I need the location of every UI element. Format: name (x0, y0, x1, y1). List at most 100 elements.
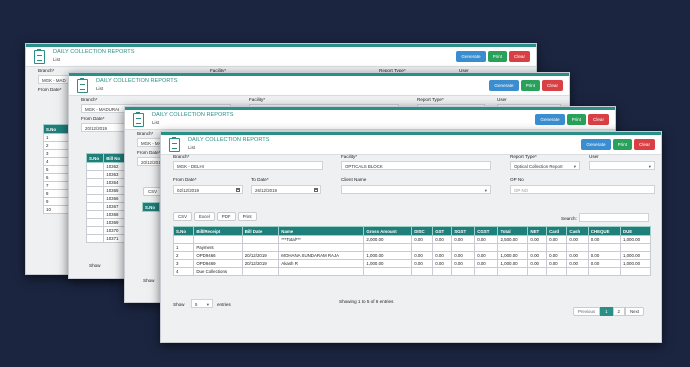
clear-button[interactable]: Clear (509, 51, 530, 62)
column-header[interactable]: Bill/Receipt (193, 226, 243, 236)
clear-button[interactable]: Clear (588, 114, 609, 125)
search-input[interactable] (579, 213, 649, 222)
column-header[interactable]: DISC (411, 226, 434, 236)
window-header: DAILY COLLECTION REPORTS List Generate P… (26, 47, 536, 67)
table-cell: 1,000.00 (363, 251, 413, 260)
page-subtitle: List (152, 120, 160, 125)
column-header[interactable]: DUE (619, 226, 652, 236)
collection-table: S.No Bill/Receipt Bill Date Name Gross Amoun… (172, 226, 652, 276)
table-cell: 0.00 (411, 235, 434, 244)
table-cell: OPD9466 (193, 251, 243, 260)
col-sno: S.No (85, 153, 105, 163)
from-date-field[interactable]: 02/12/2019 (173, 185, 243, 194)
column-header[interactable]: CHEQUE (587, 226, 621, 236)
table-cell (451, 243, 476, 252)
table-cell (432, 267, 453, 276)
table-cell (527, 267, 548, 276)
table-cell: 1,000.00 (363, 259, 413, 268)
column-header[interactable]: Cash (566, 226, 589, 236)
print-button[interactable]: Print (612, 139, 633, 150)
table-cell (451, 267, 476, 276)
table-cell: 0.00 (474, 251, 499, 260)
column-header[interactable]: SGST (451, 226, 476, 236)
table-cell: 0.00 (411, 259, 434, 268)
branch-label: Branch* (81, 97, 98, 102)
table-cell: 0.00 (587, 235, 621, 244)
column-header[interactable]: Name (278, 226, 365, 236)
generate-button[interactable]: Generate (535, 114, 565, 125)
csv-button[interactable]: CSV (173, 212, 193, 221)
next-page-button[interactable]: Next (625, 307, 645, 316)
window-header: DAILY COLLECTION REPORTS List Generate P… (161, 135, 661, 155)
clear-button[interactable]: Clear (634, 139, 655, 150)
show-label: Show (143, 278, 155, 283)
branch-select[interactable]: MGK - DELHI (173, 161, 323, 170)
table-cell (497, 243, 529, 252)
entries-select[interactable]: 5 ▾ (191, 299, 213, 308)
to-date-field[interactable]: 26/12/2019 (251, 185, 321, 194)
report-type-label: Report Type* (510, 154, 537, 159)
sno-table: S.No (142, 202, 160, 212)
print-button[interactable]: Print (487, 51, 508, 62)
client-name-label: Client Name (341, 177, 367, 182)
table-row: 10362 (85, 162, 126, 171)
generate-button[interactable]: Generate (489, 80, 519, 91)
print-button[interactable]: Print (566, 114, 587, 125)
facility-select[interactable]: OPTICALS BLOCK (341, 161, 491, 170)
print-button[interactable]: Print (520, 80, 541, 91)
table-cell (241, 243, 280, 252)
table-cell: 0.00 (474, 259, 499, 268)
clear-button[interactable]: Clear (542, 80, 563, 91)
clipboard-icon (77, 78, 88, 93)
facility-label: Facility* (341, 154, 358, 159)
previous-page-button[interactable]: Previous (573, 307, 601, 316)
op-no-input[interactable]: OP NO (510, 185, 655, 194)
calendar-icon[interactable] (314, 188, 318, 192)
table-cell: 0.00 (432, 259, 453, 268)
column-header[interactable]: Bill Date (241, 226, 280, 236)
column-header[interactable]: Card (546, 226, 568, 236)
page-title: DAILY COLLECTION REPORTS (188, 137, 270, 143)
generate-button[interactable]: Generate (581, 139, 611, 150)
table-row: 10365 (85, 186, 126, 195)
page-subtitle: List (188, 145, 196, 150)
report-type-select[interactable]: Optical Collection Report ▾ (510, 161, 580, 170)
report-window-front: DAILY COLLECTION REPORTS List Generate P… (160, 131, 662, 343)
table-cell (619, 243, 652, 252)
table-cell (278, 243, 365, 252)
table-cell: 2 (172, 251, 195, 260)
column-header[interactable]: Total (497, 226, 529, 236)
table-row: 2 OPD9466 20/12/2019 MOHANA SUNDARAM RAJA 1,… (172, 251, 652, 260)
window-header: DAILY COLLECTION REPORTS List Generate P… (69, 76, 569, 96)
col-sno: S.No (142, 202, 160, 212)
from-date-label: From Date* (38, 87, 62, 92)
bill-table: S.No Bill No 10362 10363 10364 10365 1036… (85, 153, 126, 243)
table-cell: 3 (172, 259, 195, 268)
column-header[interactable]: Gross Amount (363, 226, 413, 236)
table-cell: 0.00 (546, 235, 568, 244)
table-cell: 1,000.00 (619, 235, 652, 244)
column-header[interactable]: GST (432, 226, 453, 236)
client-name-select[interactable]: ▾ (341, 185, 491, 194)
page-2-button[interactable]: 2 (612, 307, 625, 316)
column-header[interactable]: S.No (172, 226, 195, 236)
column-header[interactable]: NET (527, 226, 548, 236)
column-header[interactable]: CGST (474, 226, 499, 236)
calendar-icon[interactable] (236, 188, 240, 192)
from-date-label: From Date* (81, 116, 105, 121)
page-1-button[interactable]: 1 (600, 307, 613, 316)
pdf-button[interactable]: PDF (216, 212, 236, 221)
generate-button[interactable]: Generate (456, 51, 486, 62)
excel-button[interactable]: Excel (194, 212, 215, 221)
table-cell (432, 243, 453, 252)
table-cell (587, 267, 621, 276)
print-export-button[interactable]: Print (237, 212, 257, 221)
user-select[interactable]: ▾ (589, 161, 655, 170)
table-cell: Akash R (278, 259, 365, 268)
user-label: User (497, 97, 507, 102)
table-cell: 0.00 (546, 259, 568, 268)
clipboard-icon (133, 112, 144, 127)
table-cell (172, 235, 195, 244)
table-cell: 1 (172, 243, 195, 252)
from-date-label: From Date* (137, 150, 161, 155)
